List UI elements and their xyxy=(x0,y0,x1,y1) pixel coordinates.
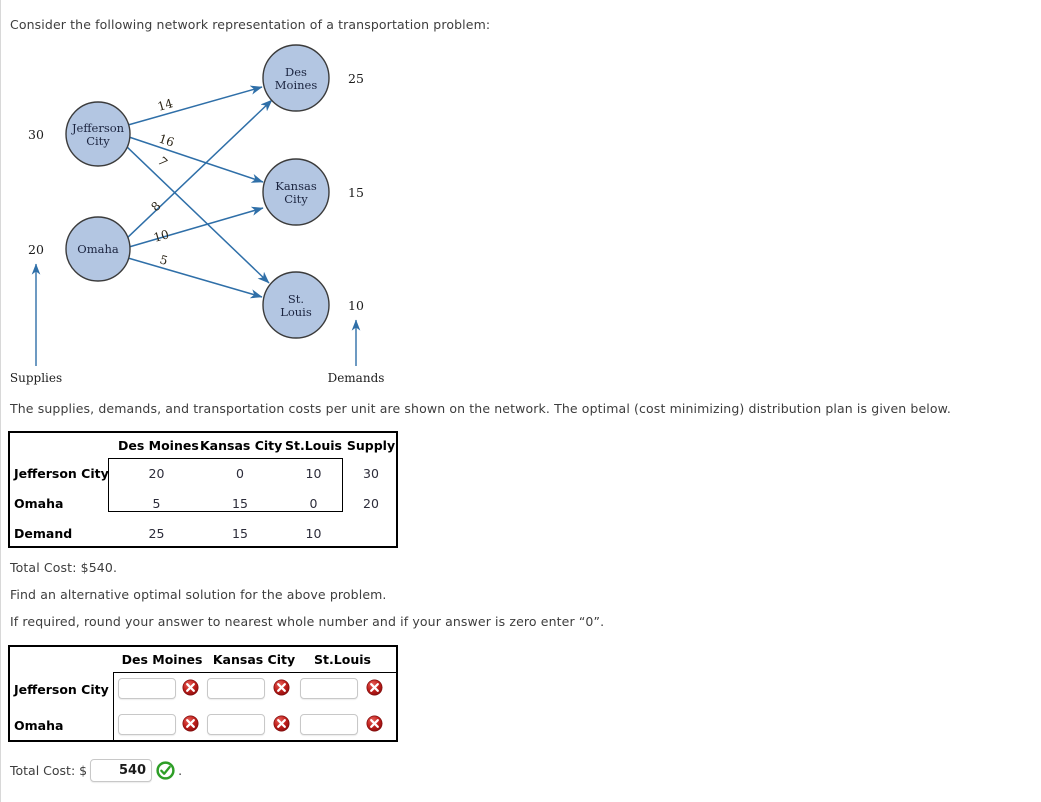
arc-cost-omaha-des-moines: 8 xyxy=(148,199,163,214)
intro-text: Consider the following network represent… xyxy=(10,17,491,32)
network-diagram: Jefferson City Omaha Des Moines Kansas C… xyxy=(0,36,470,396)
error-x-icon xyxy=(182,679,199,696)
page-root: Consider the following network represent… xyxy=(0,0,1041,802)
solution-row-label-demand: Demand xyxy=(14,526,73,541)
arc-cost-omaha-st-louis: 5 xyxy=(158,252,169,268)
arc-cost-omaha-kansas-city: 10 xyxy=(152,227,171,245)
solution-cell-om-st-louis: 0 xyxy=(309,496,318,511)
answer-input-om-kansas-city[interactable] xyxy=(207,714,265,735)
solution-cell-om-kansas-city: 15 xyxy=(232,496,248,511)
node-jefferson-city-label-1: Jefferson xyxy=(71,121,125,135)
arc-group xyxy=(125,85,273,299)
solution-cell-demand-kansas-city: 15 xyxy=(232,526,248,541)
arc-jefferson-kansas-city xyxy=(128,136,264,183)
solution-cell-jc-kansas-city: 0 xyxy=(236,466,244,481)
answer-header-kansas-city: Kansas City xyxy=(212,652,296,667)
answer-input-jc-kansas-city[interactable] xyxy=(207,678,265,699)
arc-omaha-des-moines xyxy=(125,99,273,240)
solution-row-label-jefferson-city: Jefferson City xyxy=(14,466,109,481)
solution-table: Des Moines Kansas City St.Louis Supply J… xyxy=(8,431,398,548)
arc-cost-jefferson-st-louis: 7 xyxy=(155,154,170,169)
arc-cost-jefferson-des-moines: 14 xyxy=(156,96,175,114)
error-x-icon xyxy=(273,679,290,696)
node-st-louis: St. Louis xyxy=(262,271,330,339)
answer-header-st-louis: St.Louis xyxy=(314,652,371,667)
solution-cell-jc-supply: 30 xyxy=(363,466,379,481)
node-st-louis-label-2: Louis xyxy=(280,305,312,319)
find-alternative-text: Find an alternative optimal solution for… xyxy=(10,587,387,602)
answer-row-label-jefferson-city: Jefferson City xyxy=(14,682,109,697)
demand-value-kansas-city: 15 xyxy=(348,185,364,200)
solution-cell-om-supply: 20 xyxy=(363,496,379,511)
solution-cell-om-des-moines: 5 xyxy=(152,496,161,511)
answer-input-om-des-moines[interactable] xyxy=(118,714,176,735)
total-cost-answer-period: . xyxy=(178,762,183,778)
node-jefferson-city: Jefferson City xyxy=(65,101,131,167)
total-cost-answer-input[interactable] xyxy=(90,758,153,782)
description-text: The supplies, demands, and transportatio… xyxy=(10,401,951,416)
supply-value-omaha: 20 xyxy=(28,242,44,257)
answer-input-om-st-louis[interactable] xyxy=(300,714,358,735)
demand-value-st-louis: 10 xyxy=(348,298,364,313)
answer-header-des-moines: Des Moines xyxy=(121,652,203,667)
demands-axis-label: Demands xyxy=(328,371,385,385)
answer-input-jc-st-louis[interactable] xyxy=(300,678,358,699)
node-des-moines-label-2: Moines xyxy=(275,78,318,92)
answer-input-jc-des-moines[interactable] xyxy=(118,678,176,699)
node-jefferson-city-label-2: City xyxy=(86,134,110,148)
error-x-icon xyxy=(366,715,383,732)
error-x-icon xyxy=(182,715,199,732)
total-cost-static-text: Total Cost: $540. xyxy=(10,560,118,575)
success-check-icon xyxy=(156,760,175,780)
solution-cell-jc-des-moines: 20 xyxy=(148,466,165,481)
supply-value-jefferson-city: 30 xyxy=(28,127,44,142)
answer-row-label-omaha: Omaha xyxy=(14,718,64,733)
arc-jefferson-st-louis xyxy=(125,145,270,284)
solution-row-label-omaha: Omaha xyxy=(14,496,64,511)
node-omaha-label: Omaha xyxy=(77,242,119,256)
node-des-moines-label-1: Des xyxy=(285,65,307,79)
total-cost-answer-row: Total Cost: $ . xyxy=(10,757,182,783)
solution-cell-demand-des-moines: 25 xyxy=(148,526,165,541)
solution-header-kansas-city: Kansas City xyxy=(200,438,283,453)
solution-cell-demand-st-louis: 10 xyxy=(305,526,322,541)
arc-jefferson-des-moines xyxy=(127,85,263,126)
solution-header-supply: Supply xyxy=(346,438,396,453)
error-x-icon xyxy=(273,715,290,732)
solution-cell-jc-st-louis: 10 xyxy=(305,466,322,481)
node-st-louis-label-1: St. xyxy=(288,292,304,306)
error-x-icon xyxy=(366,679,383,696)
total-cost-answer-label: Total Cost: $ xyxy=(10,762,88,778)
node-kansas-city-label-2: City xyxy=(284,192,308,206)
solution-header-des-moines: Des Moines xyxy=(118,438,199,453)
arc-omaha-st-louis xyxy=(127,257,263,299)
rounding-note-text: If required, round your answer to neares… xyxy=(10,614,605,629)
node-kansas-city: Kansas City xyxy=(262,158,330,226)
demand-value-des-moines: 25 xyxy=(348,71,364,86)
node-des-moines: Des Moines xyxy=(262,44,330,112)
answer-table: Des Moines Kansas City St.Louis Jefferso… xyxy=(8,645,398,742)
node-kansas-city-label-1: Kansas xyxy=(275,179,317,193)
solution-header-st-louis: St.Louis xyxy=(285,438,342,453)
supplies-axis-label: Supplies xyxy=(10,371,62,385)
node-omaha: Omaha xyxy=(65,216,131,282)
